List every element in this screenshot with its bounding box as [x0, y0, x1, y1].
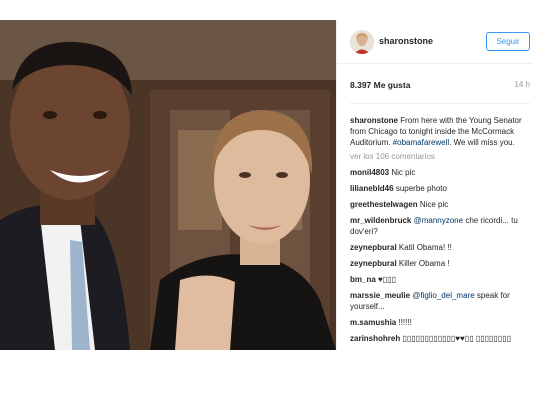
comment-username[interactable]: lilianebld46	[350, 184, 394, 193]
caption-username[interactable]: sharonstone	[350, 116, 398, 125]
post-caption: sharonstone From here with the Young Sen…	[350, 115, 530, 148]
comment-text: Killer Obama !	[398, 259, 450, 268]
instagram-post: sharonstone Seguir 8.397 Me gusta 14 h s…	[0, 20, 533, 350]
comment-mention[interactable]: @mannyzone	[414, 216, 463, 225]
likes-row: 8.397 Me gusta 14 h	[350, 80, 530, 94]
comment: zarinshohreh ▯▯▯▯▯▯▯▯▯▯▯▯♥♥▯▯ ▯▯▯▯▯▯▯▯	[350, 333, 530, 344]
comment-text: Nic pic	[391, 168, 416, 177]
comment: zeynepbural Killer Obama !	[350, 258, 530, 269]
comment: zeynepbural Katil Obama! !!	[350, 242, 530, 253]
post-timestamp[interactable]: 14 h	[514, 80, 530, 89]
comment: mr_wildenbruck @mannyzone che ricordi...…	[350, 215, 530, 237]
comment-text: ▯▯▯▯▯▯▯▯▯▯▯▯♥♥▯▯ ▯▯▯▯▯▯▯▯	[402, 334, 512, 343]
comment-username[interactable]: marssie_meulie	[350, 291, 410, 300]
comment: greethestelwagen Nice pic	[350, 199, 530, 210]
comment-username[interactable]: greethestelwagen	[350, 200, 418, 209]
caption-text-end: . We will miss you.	[449, 138, 515, 147]
comment-username[interactable]: zarinshohreh	[350, 334, 400, 343]
comment-mention[interactable]: @figlio_del_mare	[412, 291, 474, 300]
comment-username[interactable]: zeynepbural	[350, 243, 397, 252]
comment: marssie_meulie @figlio_del_mare speak fo…	[350, 290, 530, 312]
view-all-comments-link[interactable]: ver los 106 comentarios	[350, 151, 530, 162]
comment-text: !!!!!!	[398, 318, 412, 327]
caption-hashtag[interactable]: #obamafarewell	[393, 138, 449, 147]
divider	[350, 103, 530, 104]
post-photo[interactable]	[0, 20, 336, 350]
comment: m.samushia !!!!!!	[350, 317, 530, 328]
comments-list: sharonstone From here with the Young Sen…	[350, 115, 530, 349]
post-side-panel: sharonstone Seguir 8.397 Me gusta 14 h s…	[336, 20, 533, 350]
comment: bm_na ♥▯▯▯	[350, 274, 530, 285]
comment: lilianebld46 superbe photo	[350, 183, 530, 194]
comment-username[interactable]: bm_na	[350, 275, 376, 284]
username[interactable]: sharonstone	[379, 36, 433, 46]
comment-username[interactable]: zeynepbural	[350, 259, 397, 268]
comment-text: superbe photo	[395, 184, 447, 193]
comment: monil4803 Nic pic	[350, 167, 530, 178]
comment-username[interactable]: monil4803	[350, 168, 389, 177]
comment-username[interactable]: m.samushia	[350, 318, 396, 327]
comment-username[interactable]: mr_wildenbruck	[350, 216, 411, 225]
comment-text: Nice pic	[419, 200, 449, 209]
likes-count[interactable]: 8.397 Me gusta	[350, 80, 410, 90]
comment-text: ♥▯▯▯	[378, 275, 396, 284]
follow-button[interactable]: Seguir	[486, 32, 530, 51]
post-header: sharonstone Seguir	[337, 20, 533, 64]
comment-text: Katil Obama! !!	[398, 243, 452, 252]
avatar[interactable]	[350, 30, 374, 54]
